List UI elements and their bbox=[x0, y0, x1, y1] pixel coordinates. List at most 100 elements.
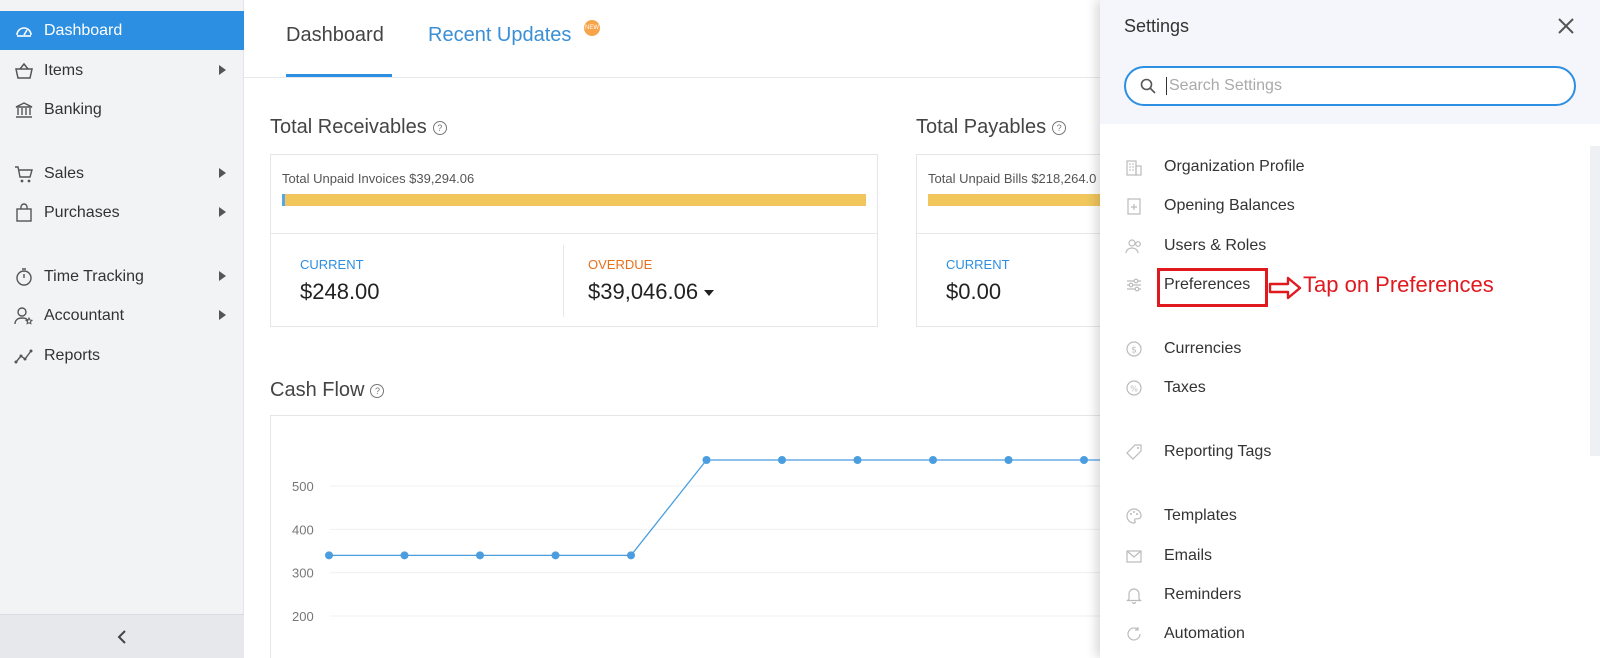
receivables-title: Total Receivables ? bbox=[270, 116, 447, 139]
help-icon[interactable]: ? bbox=[432, 120, 447, 135]
users-icon bbox=[1124, 236, 1144, 256]
help-icon[interactable]: ? bbox=[1052, 120, 1067, 135]
sidebar-item-label: Sales bbox=[44, 164, 85, 182]
settings-panel: Settings Organization Profile Opening Ba… bbox=[1100, 0, 1600, 658]
settings-item-emails[interactable]: Emails bbox=[1124, 543, 1212, 569]
receivables-current-segment bbox=[282, 194, 285, 206]
settings-header: Settings bbox=[1100, 0, 1600, 124]
settings-item-templates[interactable]: Templates bbox=[1124, 503, 1237, 529]
settings-item-label: Organization Profile bbox=[1164, 158, 1305, 175]
settings-item-reporting-tags[interactable]: Reporting Tags bbox=[1124, 439, 1271, 465]
sidebar-item-banking[interactable]: Banking bbox=[0, 90, 244, 129]
active-tab-indicator bbox=[286, 74, 392, 77]
settings-item-taxes[interactable]: % Taxes bbox=[1124, 375, 1206, 401]
sidebar-item-accountant[interactable]: Accountant bbox=[0, 296, 244, 335]
overdue-amount[interactable]: $39,046.06 bbox=[588, 279, 715, 305]
settings-item-label: Currencies bbox=[1164, 340, 1242, 357]
arrow-right-icon bbox=[1268, 276, 1302, 300]
annotation-text: Tap on Preferences bbox=[1303, 272, 1494, 297]
settings-item-opening-balances[interactable]: Opening Balances bbox=[1124, 193, 1295, 219]
tag-icon bbox=[1124, 442, 1144, 462]
sidebar-item-items[interactable]: Items bbox=[0, 51, 244, 90]
settings-search-box[interactable] bbox=[1124, 66, 1576, 106]
data-point[interactable] bbox=[778, 456, 786, 465]
data-point[interactable] bbox=[551, 551, 560, 560]
settings-item-label: Automation bbox=[1164, 625, 1245, 642]
app-window: Dashboard Items Banking Sales Purchases … bbox=[0, 0, 1600, 658]
data-point[interactable] bbox=[627, 551, 635, 560]
sidebar-item-dashboard[interactable]: Dashboard bbox=[0, 11, 244, 50]
help-icon[interactable]: ? bbox=[370, 383, 385, 398]
cashflow-chart: 200 300 400 500 bbox=[292, 456, 1100, 624]
settings-item-automation[interactable]: Automation bbox=[1124, 621, 1245, 647]
envelope-icon bbox=[1124, 546, 1144, 566]
palette-icon bbox=[1124, 506, 1144, 526]
settings-item-users-roles[interactable]: Users & Roles bbox=[1124, 233, 1266, 259]
cashflow-title: Cash Flow ? bbox=[270, 379, 385, 402]
percent-icon: % bbox=[1124, 378, 1144, 398]
stopwatch-icon bbox=[14, 267, 34, 287]
receivables-card: Total Unpaid Invoices $39,294.06 CURRENT… bbox=[270, 154, 878, 327]
settings-item-label: Templates bbox=[1164, 507, 1237, 524]
settings-item-label: Emails bbox=[1164, 547, 1213, 564]
caret-down-icon[interactable] bbox=[704, 290, 715, 297]
sidebar-item-sales[interactable]: Sales bbox=[0, 154, 244, 193]
payables-title: Total Payables ? bbox=[916, 116, 1067, 139]
sidebar-item-label: Purchases bbox=[44, 203, 120, 221]
building-icon bbox=[1124, 157, 1144, 177]
settings-item-reminders[interactable]: Reminders bbox=[1124, 582, 1241, 608]
sidebar-item-label: Accountant bbox=[44, 306, 125, 324]
cart-icon bbox=[14, 164, 34, 184]
data-point[interactable] bbox=[702, 456, 711, 465]
settings-item-currencies[interactable]: $ Currencies bbox=[1124, 336, 1241, 362]
y-tick-label: 200 bbox=[292, 609, 314, 624]
svg-text:$: $ bbox=[1131, 346, 1137, 356]
chevron-right-icon bbox=[219, 65, 226, 75]
settings-item-label: Reporting Tags bbox=[1164, 443, 1272, 460]
sidebar-item-purchases[interactable]: Purchases bbox=[0, 193, 244, 232]
overdue-amount-text: $39,046.06 bbox=[588, 279, 699, 304]
tab-dashboard[interactable]: Dashboard bbox=[286, 24, 384, 47]
close-icon[interactable] bbox=[1554, 14, 1578, 38]
y-tick-label: 400 bbox=[292, 522, 314, 537]
basket-icon bbox=[14, 61, 34, 81]
sidebar-item-label: Dashboard bbox=[44, 21, 123, 39]
collapse-sidebar-button[interactable] bbox=[0, 614, 244, 658]
unpaid-bills-text: Total Unpaid Bills $218,264.0 bbox=[928, 171, 1097, 186]
settings-scrollbar[interactable] bbox=[1590, 146, 1600, 456]
settings-title: Settings bbox=[1124, 16, 1190, 36]
main-content: Dashboard Recent Updates NEW Total Recei… bbox=[244, 0, 1178, 658]
current-label: CURRENT bbox=[300, 257, 364, 272]
data-point[interactable] bbox=[1004, 456, 1013, 465]
chevron-right-icon bbox=[219, 207, 226, 217]
data-point[interactable] bbox=[929, 456, 937, 465]
settings-item-organization-profile[interactable]: Organization Profile bbox=[1124, 154, 1305, 180]
settings-item-label: Taxes bbox=[1164, 379, 1206, 396]
data-point[interactable] bbox=[476, 551, 484, 560]
sidebar-item-reports[interactable]: Reports bbox=[0, 336, 244, 375]
sliders-icon bbox=[1124, 275, 1144, 295]
receivables-progress-bar bbox=[282, 194, 866, 206]
overdue-label: OVERDUE bbox=[588, 257, 653, 272]
svg-text:%: % bbox=[1130, 385, 1138, 394]
dashboard-tabs: Dashboard Recent Updates NEW bbox=[244, 0, 1100, 78]
data-point[interactable] bbox=[400, 551, 409, 560]
current-amount[interactable]: $0.00 bbox=[946, 279, 1001, 305]
payables-title-text: Total Payables bbox=[916, 116, 1047, 138]
current-label: CURRENT bbox=[946, 257, 1010, 272]
series-line bbox=[329, 459, 1100, 556]
sidebar-item-time-tracking[interactable]: Time Tracking bbox=[0, 257, 244, 296]
settings-item-label: Users & Roles bbox=[1164, 237, 1267, 254]
settings-item-label: Reminders bbox=[1164, 586, 1242, 603]
settings-search-input[interactable] bbox=[1166, 77, 1546, 95]
search-icon bbox=[1140, 78, 1156, 94]
receivables-title-text: Total Receivables bbox=[270, 116, 427, 138]
data-point[interactable] bbox=[325, 551, 333, 560]
refresh-icon bbox=[1124, 624, 1144, 644]
tab-recent-updates[interactable]: Recent Updates bbox=[428, 24, 571, 47]
current-amount[interactable]: $248.00 bbox=[300, 279, 380, 305]
chevron-left-icon bbox=[117, 629, 126, 644]
data-point[interactable] bbox=[853, 456, 862, 465]
data-point[interactable] bbox=[1080, 456, 1088, 465]
new-badge: NEW bbox=[584, 20, 600, 36]
